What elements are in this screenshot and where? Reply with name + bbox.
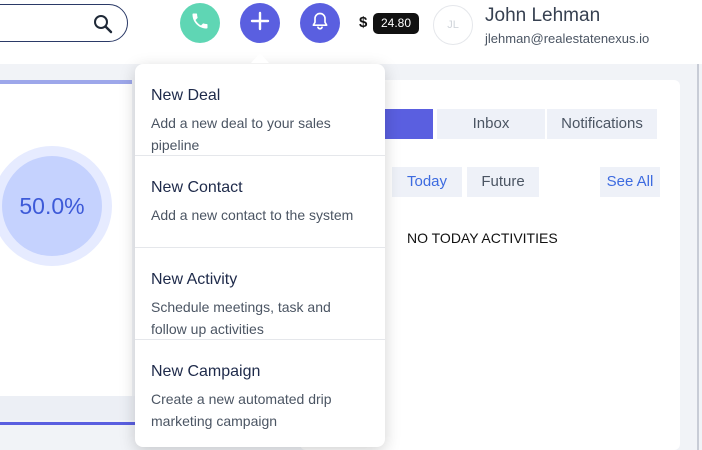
menu-item-title: New Activity [151, 271, 238, 288]
menu-item-title: New Campaign [151, 363, 261, 380]
bell-icon [310, 11, 330, 36]
menu-item-new-deal[interactable]: New Deal Add a new deal to your sales pi… [135, 64, 385, 156]
menu-item-description: Create a new automated drip marketing ca… [151, 391, 332, 429]
menu-item-title: New Contact [151, 179, 243, 196]
see-all-link[interactable]: See All [600, 167, 660, 197]
menu-item-new-activity[interactable]: New Activity Schedule meetings, task and… [135, 248, 385, 340]
tab-notifications[interactable]: Notifications [547, 109, 657, 139]
search-input[interactable] [0, 4, 128, 42]
dropdown-caret [251, 53, 269, 63]
stats-card-footer [0, 396, 140, 420]
user-email: jlehman@realestatenexus.io [485, 31, 650, 46]
progress-value: 50.0% [2, 156, 102, 256]
menu-item-title: New Deal [151, 87, 221, 104]
menu-item-description: Schedule meetings, task and follow up ac… [151, 299, 331, 337]
search-icon[interactable] [93, 14, 113, 34]
quick-add-menu: New Deal Add a new deal to your sales pi… [135, 64, 385, 447]
notifications-button[interactable] [300, 3, 340, 43]
plus-icon [250, 11, 270, 36]
top-header: $ 24.80 JL John Lehman jlehman@realestat… [0, 0, 702, 64]
avatar[interactable]: JL [433, 5, 473, 45]
balance-currency: $ [359, 14, 368, 31]
filter-future[interactable]: Future [467, 167, 539, 197]
balance-badge[interactable]: 24.80 [373, 13, 419, 34]
empty-activities-message: NO TODAY ACTIVITIES [407, 230, 558, 246]
add-new-button[interactable] [240, 3, 280, 43]
menu-item-new-contact[interactable]: New Contact Add a new contact to the sys… [135, 156, 385, 248]
menu-item-description: Add a new deal to your sales pipeline [151, 115, 331, 153]
filter-today[interactable]: Today [392, 167, 462, 197]
user-name[interactable]: John Lehman [485, 5, 600, 27]
scrollbar-edge [697, 64, 699, 450]
stats-card-accent-line [0, 422, 140, 425]
phone-icon [190, 11, 210, 36]
tab-inbox[interactable]: Inbox [437, 109, 545, 139]
phone-button[interactable] [180, 3, 220, 43]
menu-item-new-campaign[interactable]: New Campaign Create a new automated drip… [135, 340, 385, 432]
menu-item-description: Add a new contact to the system [151, 207, 354, 223]
